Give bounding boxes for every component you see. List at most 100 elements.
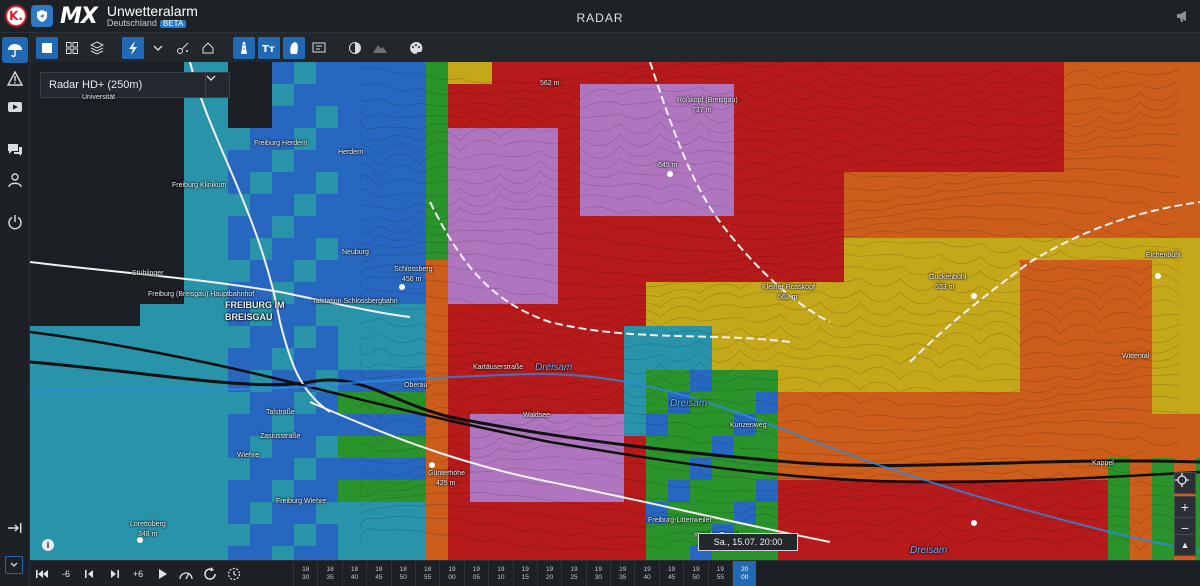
header-bar: K. MX Unwetteralarm Deutschland BETA RAD… (0, 0, 1200, 33)
map-toolbar: Tт (30, 33, 1200, 62)
house-icon[interactable] (197, 37, 219, 59)
power-icon[interactable] (2, 209, 28, 235)
locate-icon[interactable] (1174, 472, 1196, 494)
chevron-down-icon[interactable] (147, 37, 169, 59)
step-back-button[interactable]: -6 (54, 561, 78, 586)
timeline-tick[interactable]: 18 55 (414, 561, 439, 586)
tick-hour: 19 (497, 566, 505, 573)
timeline-tick[interactable]: 19 00 (439, 561, 463, 586)
timeline-tick[interactable]: 19 15 (512, 561, 537, 586)
timeline-tick[interactable]: 19 35 (610, 561, 634, 586)
map-label: Oberau (404, 382, 428, 389)
shield-logo-icon[interactable] (31, 5, 53, 27)
history-icon[interactable] (222, 561, 246, 586)
tick-minute: 30 (594, 574, 602, 581)
grid-icon[interactable] (61, 37, 83, 59)
radar-map[interactable]: Radar HD+ (250m) Universität Freiburg Her… (30, 62, 1200, 560)
terrain-icon[interactable] (369, 37, 391, 59)
compass-button[interactable]: ▲ (1174, 534, 1196, 556)
map-label: 348 m (138, 531, 158, 538)
map-label: 562 m (540, 80, 560, 87)
tick-minute: 35 (619, 574, 627, 581)
map-label: Wiehre (237, 452, 260, 459)
timeline-tick[interactable]: 19 40 (634, 561, 658, 586)
map-label: Stühlinger (132, 270, 164, 277)
radar-overlay (30, 62, 1200, 560)
chevron-down-icon[interactable] (205, 73, 229, 97)
mx-logo[interactable]: MX (60, 4, 98, 29)
kachelmann-logo[interactable]: K. (5, 5, 27, 27)
lightning-icon[interactable] (122, 36, 144, 59)
tick-hour: 18 (399, 566, 407, 573)
tick-hour: 19 (545, 566, 554, 573)
tick-minute: 35 (326, 574, 334, 581)
tick-minute: 20 (545, 574, 554, 581)
timeline-tick[interactable]: 19 50 (683, 561, 707, 586)
timeline-tick[interactable]: 19 30 (585, 561, 610, 586)
timeline-tick[interactable]: 19 45 (658, 561, 683, 586)
tick-hour: 19 (594, 566, 602, 573)
tick-hour: 19 (448, 566, 456, 573)
warning-icon[interactable] (2, 66, 28, 92)
timeline-tick[interactable]: 18 35 (317, 561, 341, 586)
user-icon[interactable] (2, 167, 28, 193)
map-label: Freiburg-Littenweiler (648, 517, 712, 524)
app-window: K. MX Unwetteralarm Deutschland BETA RAD… (0, 0, 1200, 586)
map-label: 533 m (935, 284, 955, 291)
timeline-tick[interactable]: 19 05 (463, 561, 488, 586)
play-icon[interactable] (150, 561, 174, 586)
tick-hour: 19 (619, 566, 627, 573)
refresh-icon[interactable] (198, 561, 222, 586)
timeline-tick[interactable]: 18 40 (341, 561, 366, 586)
timeline-tick[interactable]: 18 45 (366, 561, 390, 586)
tick-hour: 19 (570, 566, 578, 573)
contour-icon[interactable] (283, 36, 305, 59)
tick-hour: 18 (302, 566, 310, 573)
palette-icon[interactable] (405, 37, 427, 59)
video-icon[interactable] (2, 94, 28, 120)
umbrella-icon[interactable] (2, 37, 28, 63)
map-label: Günterhöhe (428, 470, 465, 477)
tick-hour: 19 (643, 566, 651, 573)
map-label: Guckenbühl (929, 274, 967, 281)
collapse-icon[interactable] (5, 556, 23, 574)
timeline-tick[interactable]: 20 00 (732, 561, 757, 586)
hail-icon[interactable] (172, 37, 194, 59)
megaphone-icon[interactable] (1175, 8, 1191, 24)
chat-icon[interactable] (2, 137, 28, 163)
skip-to-start-icon[interactable] (30, 561, 54, 586)
time-popup: Sa., 15.07. 20:00 (698, 533, 798, 551)
map-label: Kunzenweg (730, 422, 767, 429)
comment-icon[interactable] (308, 37, 330, 59)
timeline-tick[interactable]: 19 25 (561, 561, 585, 586)
timeline-tick[interactable]: 18 30 (293, 561, 317, 586)
brand-country: Deutschland (106, 18, 157, 28)
layer-select[interactable]: Radar HD+ (250m) (40, 72, 230, 98)
text-icon[interactable]: Tт (258, 36, 280, 59)
square-icon[interactable] (36, 36, 58, 59)
info-icon[interactable]: i (42, 539, 54, 551)
step-forward-button[interactable]: +6 (126, 561, 150, 586)
map-label: 645 m (658, 162, 678, 169)
map-label: Waldsee (523, 412, 550, 419)
map-label: 456 m (402, 276, 422, 283)
layer-select-value: Radar HD+ (250m) (49, 79, 143, 91)
brand-title: Unwetteralarm (106, 3, 198, 19)
timeline-tick[interactable]: 19 55 (707, 561, 732, 586)
logo-group: K. MX Unwetteralarm Deutschland BETA (0, 4, 198, 29)
login-icon[interactable] (2, 515, 28, 541)
timeline-bar: -6 +6 18 30 18 35 18 40 18 45 18 50 18 55 19 00 19 05 19… (30, 560, 1200, 586)
map-label: BREISGAU (225, 312, 273, 322)
timeline-tick[interactable]: 18 50 (390, 561, 415, 586)
timeline-tick[interactable]: 19 10 (488, 561, 512, 586)
contrast-icon[interactable] (344, 37, 366, 59)
tick-hour: 18 (350, 566, 359, 573)
speed-gauge-icon[interactable] (174, 561, 198, 586)
map-label: Freiburg (Breisgau) Hauptbahnhof (148, 291, 255, 298)
layers-icon[interactable] (86, 37, 108, 59)
zoom-in-button[interactable]: + (1174, 496, 1196, 518)
previous-frame-icon[interactable] (78, 561, 102, 586)
timeline-tick[interactable]: 19 20 (536, 561, 561, 586)
next-frame-icon[interactable] (102, 561, 126, 586)
road-icon[interactable] (233, 36, 255, 59)
